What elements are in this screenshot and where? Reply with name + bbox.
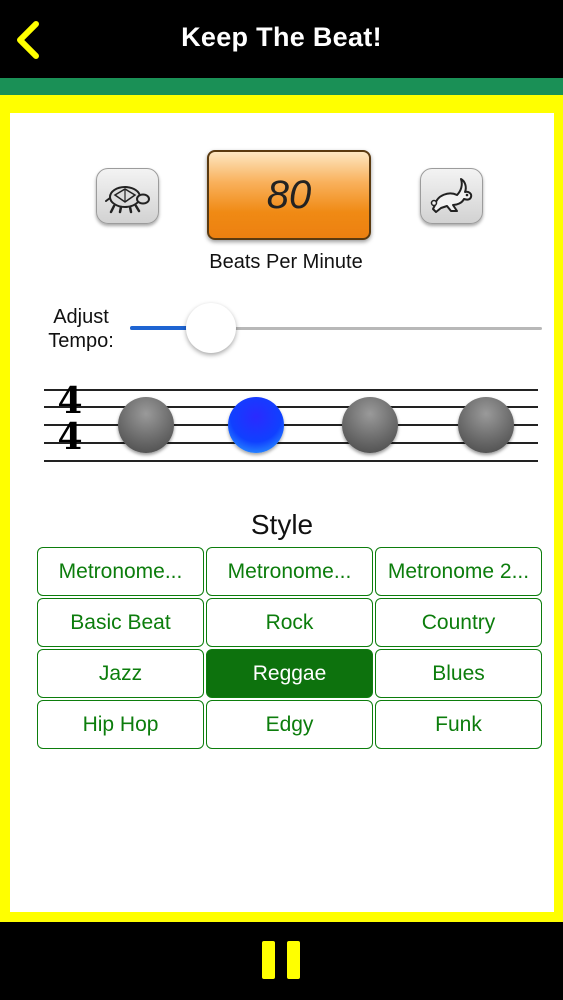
style-option[interactable]: Jazz <box>37 649 204 698</box>
style-option[interactable]: Metronome... <box>37 547 204 596</box>
bpm-value: 80 <box>266 172 312 217</box>
beat-staff: 4 4 <box>44 383 538 463</box>
staff-line <box>44 389 538 391</box>
style-option[interactable]: Country <box>375 598 542 647</box>
turtle-icon <box>105 186 150 214</box>
faster-button[interactable] <box>420 168 483 224</box>
page-title: Keep The Beat! <box>181 22 382 52</box>
style-option[interactable]: Metronome... <box>206 547 373 596</box>
time-signature-top: 4 <box>57 380 83 422</box>
tempo-slider-thumb[interactable] <box>185 303 236 353</box>
bpm-display: 80 <box>207 150 371 240</box>
style-grid: Metronome... Metronome... Metronome 2... Ba… <box>37 547 542 749</box>
bottom-bar <box>0 922 563 1000</box>
adjust-tempo-label-line1: Adjust <box>53 306 109 328</box>
style-option[interactable]: Basic Beat <box>37 598 204 647</box>
yellow-frame: 80 Beats Per Minute Adjust Tempo: 4 4 St… <box>0 95 563 922</box>
style-heading: Style <box>250 509 314 540</box>
bpm-label: Beats Per Minute <box>209 251 363 273</box>
time-signature: 4 4 <box>54 383 86 455</box>
style-option[interactable]: Hip Hop <box>37 700 204 749</box>
content-panel: 80 Beats Per Minute Adjust Tempo: 4 4 St… <box>10 113 554 912</box>
style-option[interactable]: Edgy <box>206 700 373 749</box>
beat-indicator-4 <box>458 397 514 453</box>
style-option[interactable]: Rock <box>206 598 373 647</box>
pause-button[interactable] <box>262 941 300 979</box>
beat-indicator-3 <box>342 397 398 453</box>
style-option[interactable]: Blues <box>375 649 542 698</box>
adjust-tempo-label-line2: Tempo: <box>48 330 114 352</box>
style-option[interactable]: Metronome 2... <box>375 547 542 596</box>
slower-button[interactable] <box>96 168 159 224</box>
beat-indicator-1 <box>118 397 174 453</box>
style-option[interactable]: Reggae <box>206 649 373 698</box>
beat-indicator-2 <box>228 397 284 453</box>
staff-line <box>44 460 538 462</box>
adjust-tempo-label: Adjust Tempo: <box>36 305 126 353</box>
nav-bar: Keep The Beat! <box>0 0 563 78</box>
time-signature-bottom: 4 <box>57 416 83 458</box>
header-strip <box>0 78 563 95</box>
style-option[interactable]: Funk <box>375 700 542 749</box>
rabbit-icon <box>430 178 473 213</box>
